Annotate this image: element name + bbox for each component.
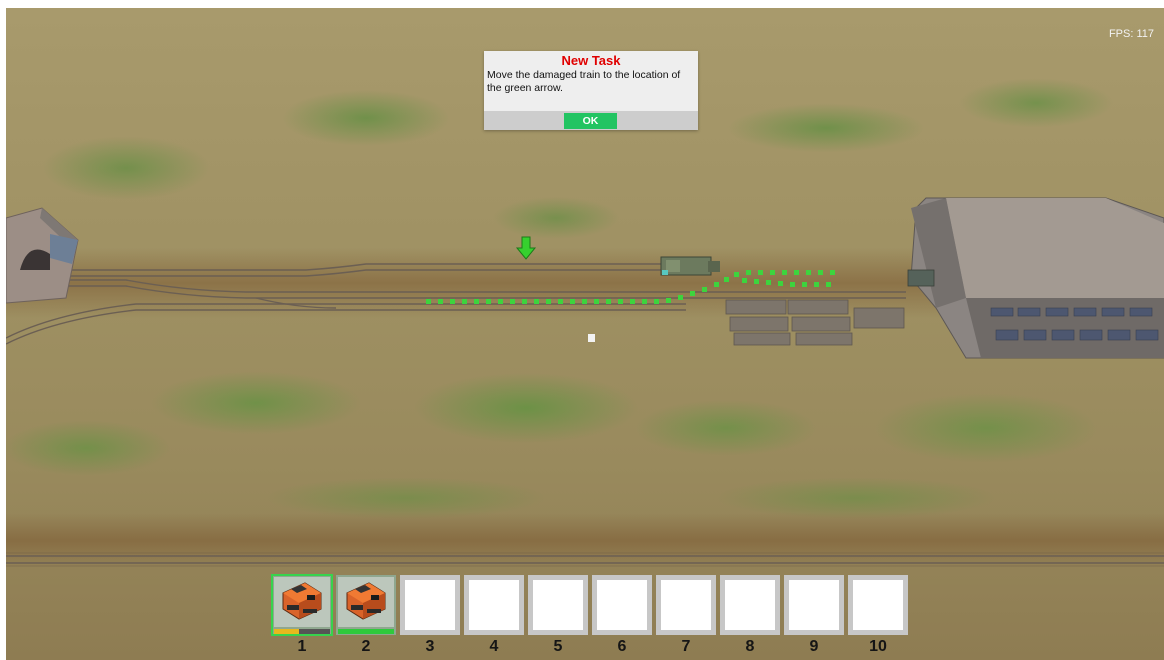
- hotbar-slot-number: 8: [745, 638, 755, 655]
- hotbar-slot-6[interactable]: [592, 575, 652, 635]
- hotbar-slot-number: 4: [489, 638, 499, 655]
- slot-frame: [789, 580, 839, 630]
- hotbar-slot-1[interactable]: [271, 574, 333, 636]
- hotbar-slot-5[interactable]: [528, 575, 588, 635]
- health-bar: [338, 629, 394, 634]
- health-bar-fill: [274, 629, 300, 634]
- slot-frame: [533, 580, 583, 630]
- health-bar: [274, 629, 330, 634]
- pallet-stacks: [725, 299, 905, 346]
- slot-frame: [469, 580, 519, 630]
- hotbar-slot-number: 5: [553, 638, 563, 655]
- train-hotbar: 1 2 3 4 5 6 7 8 9 10: [271, 574, 912, 660]
- hotbar-slot-3[interactable]: [400, 575, 460, 635]
- hotbar-slot-9[interactable]: [784, 575, 844, 635]
- slot-frame: [274, 577, 330, 627]
- hotbar-slot-number: 7: [681, 638, 691, 655]
- hotbar-slot-number: 6: [617, 638, 627, 655]
- slot-frame: [405, 580, 455, 630]
- hotbar-slot-number: 10: [869, 638, 887, 655]
- route-path-markers: [426, 270, 835, 304]
- health-bar-fill: [338, 629, 394, 634]
- slot-frame: [661, 580, 711, 630]
- hotbar-slot-number: 2: [361, 638, 371, 655]
- hotbar-slot-10[interactable]: [848, 575, 908, 635]
- hotbar-slot-4[interactable]: [464, 575, 524, 635]
- ok-button[interactable]: OK: [564, 113, 617, 129]
- dialog-title: New Task: [561, 53, 621, 68]
- fps-counter: FPS: 117: [1108, 28, 1154, 40]
- slot-frame: [597, 580, 647, 630]
- dialog-message: Move the damaged train to the location o…: [487, 69, 681, 94]
- green-down-arrow-icon: [515, 236, 537, 260]
- small-crate: [588, 334, 595, 342]
- tunnel-portal: [6, 207, 79, 304]
- orange-locomotive-icon: [341, 579, 391, 628]
- hotbar-slot-number: 3: [425, 638, 435, 655]
- damaged-train[interactable]: [660, 256, 720, 276]
- depot-building: [907, 197, 1164, 359]
- slot-frame: [853, 580, 903, 630]
- rail-sleepers: [6, 552, 1164, 567]
- hotbar-slot-number: 9: [809, 638, 819, 655]
- slot-frame: [338, 577, 394, 627]
- orange-locomotive-icon: [277, 579, 327, 628]
- hotbar-slot-2[interactable]: [336, 575, 396, 635]
- hotbar-slot-number: 1: [297, 638, 307, 655]
- hotbar-slot-7[interactable]: [656, 575, 716, 635]
- hotbar-slot-8[interactable]: [720, 575, 780, 635]
- slot-frame: [725, 580, 775, 630]
- dialog-footer: OK: [484, 111, 698, 130]
- task-dialog: New Task Move the damaged train to the l…: [484, 51, 698, 130]
